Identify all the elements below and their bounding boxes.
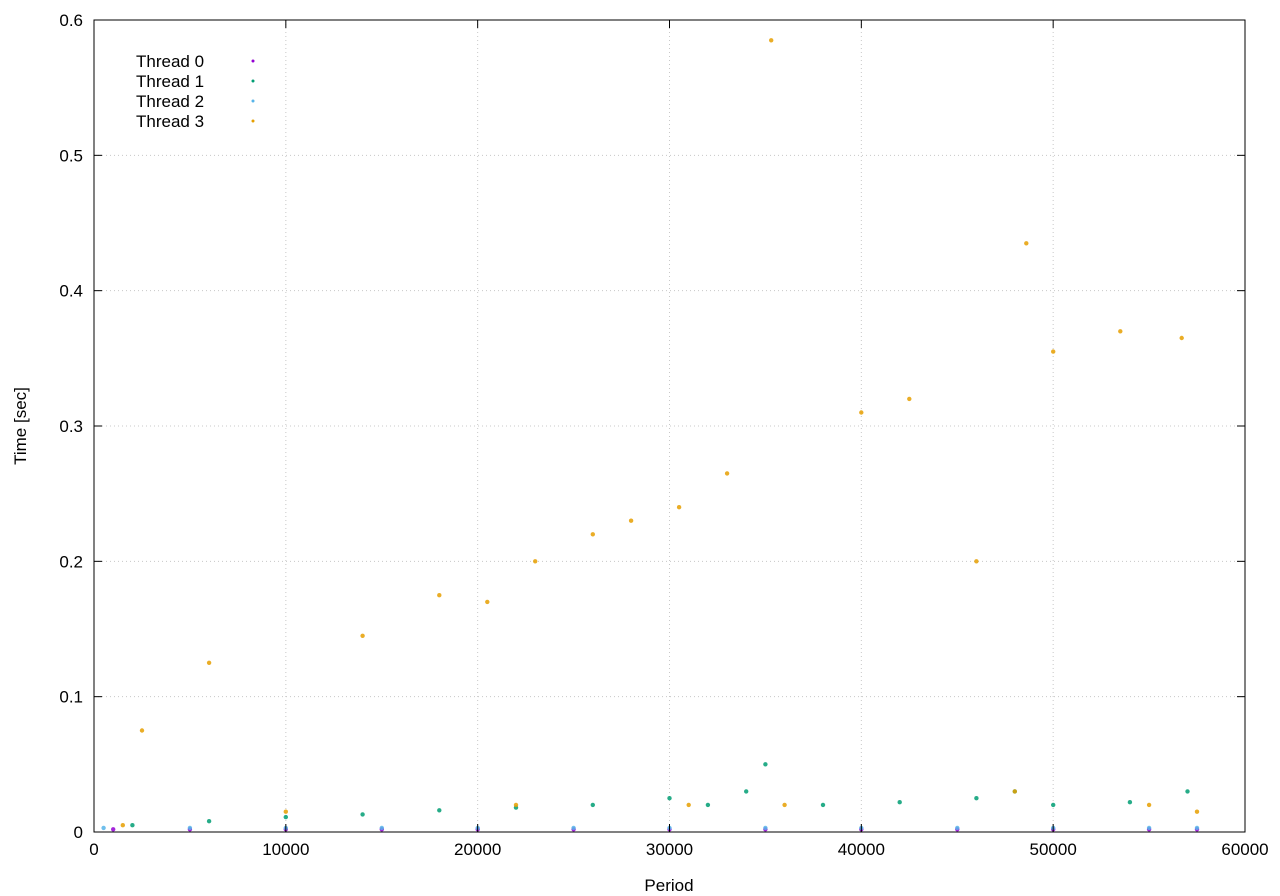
data-point	[1194, 825, 1200, 831]
data-point	[360, 633, 365, 638]
series-3-points	[120, 38, 1200, 828]
data-point	[897, 800, 902, 805]
y-tick-label: 0.5	[59, 146, 83, 165]
data-point	[744, 789, 749, 794]
data-point	[1051, 802, 1056, 808]
data-point	[571, 825, 576, 831]
data-point	[1146, 802, 1152, 808]
legend-label-thread-3: Thread 3	[136, 112, 204, 131]
data-point	[763, 825, 768, 831]
data-point	[485, 599, 490, 605]
data-point	[1194, 809, 1200, 814]
legend-marker-thread-0	[251, 59, 255, 63]
data-point	[139, 728, 145, 733]
legend-marker-thread-2	[251, 99, 255, 103]
data-points	[101, 38, 1200, 832]
x-tick-label: 10000	[262, 840, 309, 859]
data-point	[360, 812, 365, 817]
legend-marker-thread-3	[251, 119, 255, 123]
data-point	[955, 825, 960, 831]
data-point	[206, 819, 212, 824]
data-point	[437, 808, 442, 813]
data-point	[686, 802, 691, 808]
data-point	[437, 593, 442, 598]
y-tick-label: 0.6	[59, 11, 83, 30]
data-point	[513, 802, 519, 808]
x-tick-label: 40000	[838, 840, 885, 859]
data-point	[120, 823, 126, 828]
data-point	[101, 825, 106, 831]
data-point	[1179, 335, 1184, 341]
data-point	[724, 471, 730, 476]
data-point	[907, 396, 912, 402]
legend-label-thread-2: Thread 2	[136, 92, 204, 111]
legend-label-thread-0: Thread 0	[136, 52, 204, 71]
data-point	[590, 802, 595, 808]
legend: Thread 0 Thread 1 Thread 2 Thread 3	[136, 52, 255, 131]
data-point	[533, 559, 538, 564]
grid	[94, 20, 1245, 832]
data-point	[283, 809, 288, 814]
data-point	[705, 802, 711, 808]
data-point	[667, 796, 672, 801]
y-tick-label: 0.2	[59, 552, 83, 571]
y-axis-title: Time [sec]	[11, 387, 30, 465]
x-tick-label: 50000	[1030, 840, 1077, 859]
data-point	[1185, 789, 1190, 794]
y-tick-label: 0	[74, 823, 83, 842]
data-point	[763, 762, 768, 767]
x-tick-label: 30000	[646, 840, 693, 859]
data-point	[590, 532, 595, 537]
data-point	[130, 823, 135, 828]
x-tick-label: 0	[89, 840, 98, 859]
data-point	[1012, 789, 1017, 794]
series-0-points	[111, 827, 1200, 832]
scatter-chart: 0 10000 20000 30000 40000 50000 60000 0 0.1 0.2 0.…	[11, 11, 1269, 895]
legend-marker-thread-1	[251, 79, 255, 83]
data-point	[206, 660, 212, 665]
data-point	[187, 825, 193, 831]
data-point	[1051, 349, 1056, 354]
data-point	[379, 825, 384, 831]
data-point	[628, 518, 634, 523]
data-point	[1146, 825, 1152, 831]
legend-markers	[251, 59, 255, 123]
x-axis-title: Period	[644, 876, 693, 895]
y-tick-label: 0.4	[59, 282, 83, 301]
data-point	[859, 410, 864, 415]
y-tick-label: 0.3	[59, 417, 83, 436]
data-point	[283, 814, 288, 820]
data-point	[782, 802, 787, 808]
tick-labels: 0 10000 20000 30000 40000 50000 60000 0 0.1 0.2 0.…	[59, 11, 1268, 859]
x-tick-label: 20000	[454, 840, 501, 859]
data-point	[111, 827, 116, 832]
data-point	[974, 796, 979, 801]
series-1-points	[130, 762, 1190, 828]
series-2-points	[101, 825, 1200, 831]
data-point	[820, 802, 826, 808]
data-point	[1118, 329, 1123, 334]
data-point	[974, 559, 979, 564]
data-point	[1127, 800, 1133, 805]
y-tick-label: 0.1	[59, 688, 83, 707]
legend-label-thread-1: Thread 1	[136, 72, 204, 91]
data-point	[1024, 241, 1029, 246]
data-point	[769, 38, 774, 43]
data-point	[676, 505, 682, 510]
x-tick-label: 60000	[1221, 840, 1268, 859]
